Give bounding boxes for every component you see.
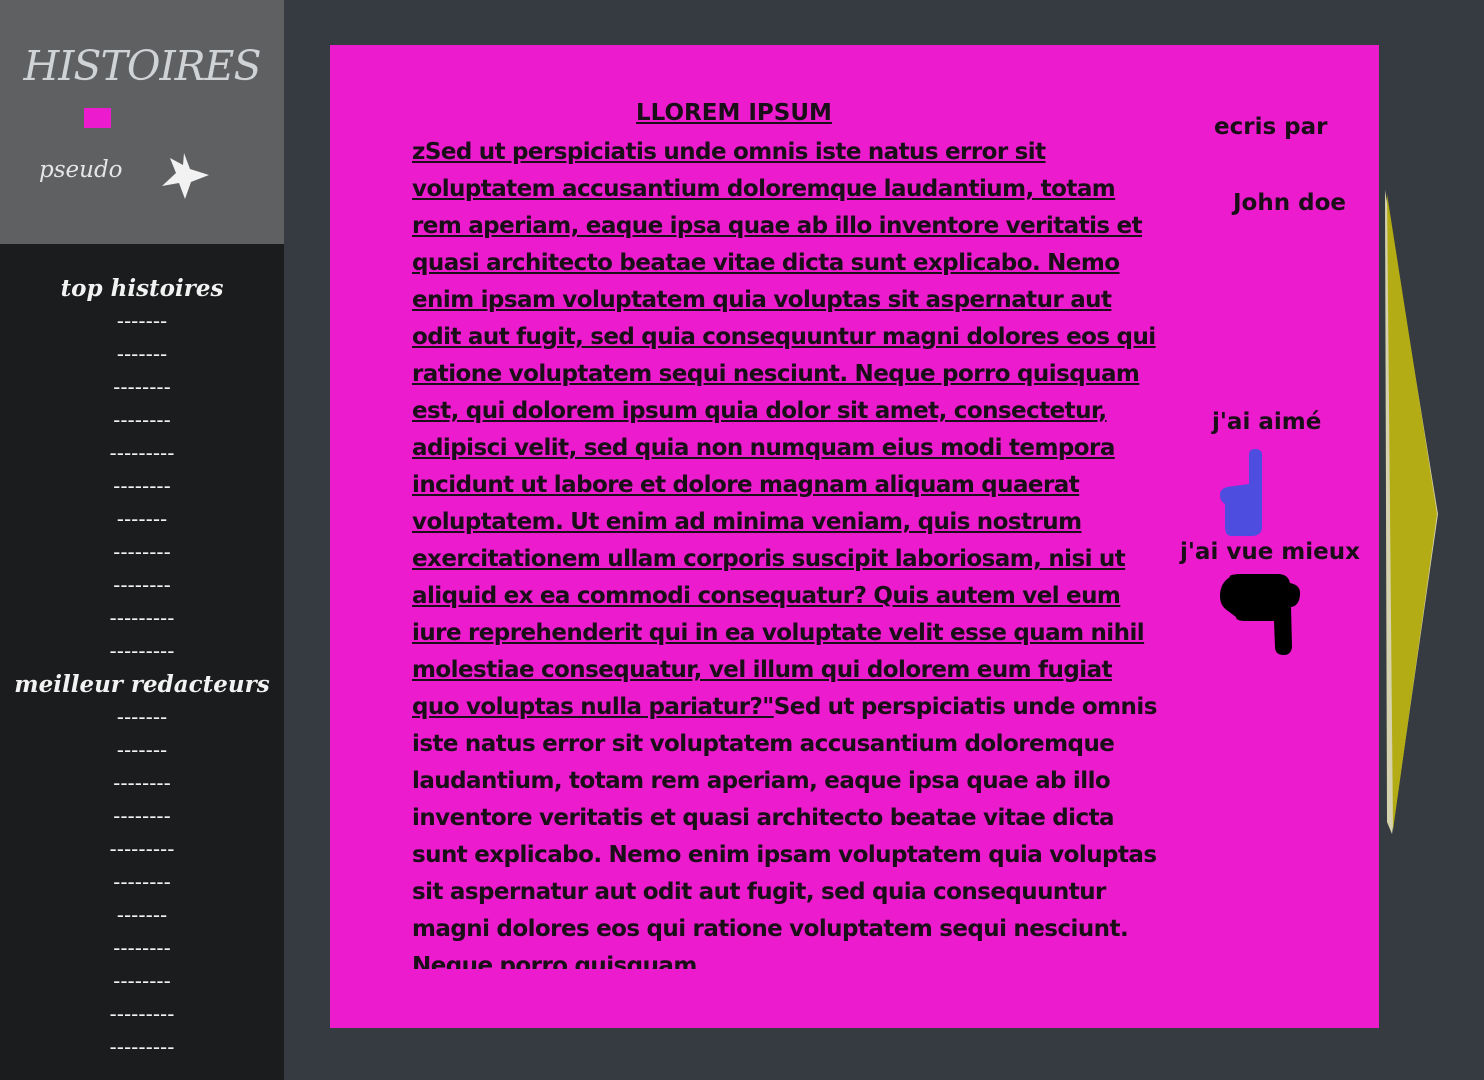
list-item[interactable]: --------- <box>0 437 284 470</box>
brand-square-icon <box>84 108 111 128</box>
story-body[interactable]: zSed ut perspiciatis unde omnis iste nat… <box>412 134 1164 969</box>
next-arrow-icon[interactable] <box>1383 188 1443 838</box>
list-item[interactable]: -------- <box>0 404 284 437</box>
list-item[interactable]: --------- <box>0 998 284 1031</box>
sidebar-header: HISTOIRES pseudo <box>0 0 284 244</box>
list-item[interactable]: ------- <box>0 338 284 371</box>
list-item[interactable]: ------- <box>0 701 284 734</box>
disliked-label: j'ai vue mieux <box>1180 539 1360 565</box>
list-item[interactable]: -------- <box>0 569 284 602</box>
thumbs-down-icon[interactable] <box>1218 571 1303 659</box>
list-item[interactable]: --------- <box>0 833 284 866</box>
best-writers-heading: meilleur redacteurs <box>14 671 270 698</box>
top-stories-list: ------- ------- -------- -------- ------… <box>0 305 284 668</box>
list-item[interactable]: -------- <box>0 932 284 965</box>
list-item[interactable]: ------- <box>0 305 284 338</box>
story-text-underlined: zSed ut perspiciatis unde omnis iste nat… <box>412 139 1156 720</box>
thumbs-up-icon[interactable] <box>1218 447 1288 542</box>
list-item[interactable]: --------- <box>0 1031 284 1064</box>
sidebar-lists: top histoires ------- ------- -------- -… <box>0 244 284 1080</box>
list-item[interactable]: -------- <box>0 470 284 503</box>
story-title: LLOREM IPSUM <box>636 100 832 126</box>
list-item[interactable]: --------- <box>0 602 284 635</box>
list-item[interactable]: -------- <box>0 371 284 404</box>
list-item[interactable]: -------- <box>0 965 284 998</box>
best-writers-list: ------- ------- -------- -------- ------… <box>0 701 284 1064</box>
story-text: Sed ut perspiciatis unde omnis iste natu… <box>412 694 1157 969</box>
author-name[interactable]: John doe <box>1233 190 1346 216</box>
star-icon[interactable] <box>159 150 211 200</box>
story-panel: LLOREM IPSUM zSed ut perspiciatis unde o… <box>330 45 1379 1028</box>
list-item[interactable]: ------- <box>0 503 284 536</box>
liked-label: j'ai aimé <box>1212 409 1322 435</box>
list-item[interactable]: -------- <box>0 866 284 899</box>
list-item[interactable]: -------- <box>0 767 284 800</box>
app-title[interactable]: HISTOIRES <box>0 42 284 90</box>
list-item[interactable]: ------- <box>0 734 284 767</box>
top-stories-heading: top histoires <box>60 275 224 302</box>
list-item[interactable]: -------- <box>0 536 284 569</box>
list-item[interactable]: --------- <box>0 635 284 668</box>
list-item[interactable]: ------- <box>0 899 284 932</box>
written-by-label: ecris par <box>1214 114 1328 140</box>
list-item[interactable]: -------- <box>0 800 284 833</box>
user-pseudo-link[interactable]: pseudo <box>39 157 123 183</box>
